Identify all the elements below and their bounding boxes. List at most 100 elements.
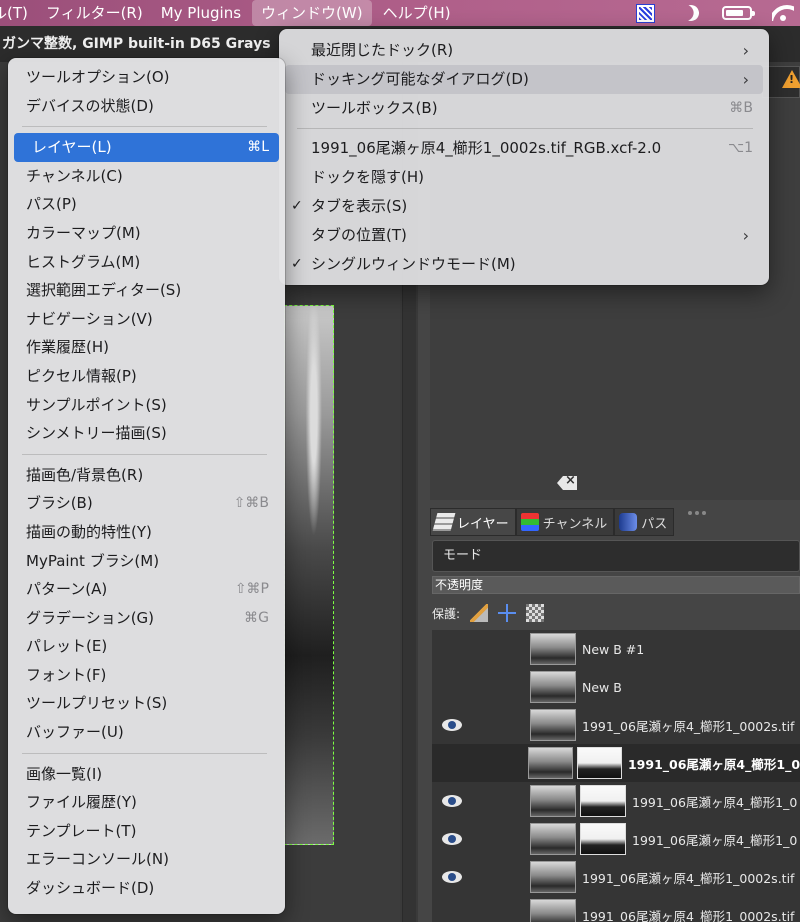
layer-mask-thumbnail[interactable] [580,823,626,855]
layer-row[interactable]: 1991_06尾瀬ヶ原4_櫛形1_0 [432,820,800,858]
dialog-menu-item[interactable]: チャンネル(C) [8,162,285,191]
chevron-right-icon: › [742,226,749,245]
paths-icon [619,513,638,531]
canvas-image[interactable] [284,305,334,845]
layer-row[interactable]: New B #1 [432,630,800,668]
layer-row[interactable]: 1991_06尾瀬ヶ原4_櫛形1_0002s.tif [432,858,800,896]
visibility-toggle[interactable] [432,630,472,668]
visibility-toggle[interactable] [432,668,472,706]
layers-list: New B #1 New B 1991_06尾瀬ヶ原4_櫛形1_0002s.tif 1… [432,630,800,922]
menubar-item-tools[interactable]: ル(T) [0,0,37,26]
layer-mask-thumbnail[interactable] [580,785,626,817]
dialog-menu-item[interactable]: エラーコンソール(N) [8,845,285,874]
menu-item-label: パス(P) [26,195,77,214]
window-menu-item[interactable]: ✓ シングルウィンドウモード(M) [279,250,769,279]
layer-row[interactable]: 1991_06尾瀬ヶ原4_櫛形1_0 [432,744,800,782]
menu-item-label: ヒストグラム(M) [26,252,141,271]
menubar-item-filters[interactable]: フィルター(R) [37,0,152,26]
dialog-menu-item[interactable]: ダッシュボード(D) [8,874,285,903]
dialog-menu-item[interactable]: 画像一覧(I) [8,760,285,789]
visibility-toggle[interactable] [432,896,472,922]
layer-name: New B [582,679,622,695]
menubar-item-window[interactable]: ウィンドウ(W) [252,0,372,26]
focus-moon-icon[interactable] [674,0,708,26]
visibility-toggle[interactable] [432,782,472,820]
dialog-menu-item[interactable]: ファイル履歴(Y) [8,788,285,817]
visibility-toggle[interactable] [432,744,471,782]
dialog-menu-item[interactable]: ナビゲーション(V) [8,305,285,334]
visibility-toggle[interactable] [432,858,472,896]
dialog-menu-item[interactable]: カラーマップ(M) [8,219,285,248]
dialog-menu-item[interactable]: 描画色/背景色(R) [8,461,285,490]
menu-item-shortcut: ⇧⌘B [233,495,269,512]
dialog-menu-item[interactable]: ピクセル情報(P) [8,362,285,391]
dialog-menu-item[interactable]: デバイスの状態(D) [8,92,285,121]
layer-thumbnail [530,899,576,922]
lock-alpha-icon[interactable] [526,604,545,622]
layer-row[interactable]: 1991_06尾瀬ヶ原4_櫛形1_0002s.tif [432,706,800,744]
battery-icon[interactable] [720,0,755,26]
menubar-item-my-plugins[interactable]: My Plugins [152,0,250,26]
menu-item-label: デバイスの状態(D) [26,96,154,115]
dialog-menu-item[interactable]: 描画の動的特性(Y) [8,518,285,547]
menu-item-label: パレット(E) [26,637,108,656]
warning-icon[interactable]: ! [782,70,800,88]
lock-label: 保護: [432,606,461,621]
menu-item-label: カラーマップ(M) [26,223,141,242]
wifi-icon[interactable] [766,0,800,26]
layer-row[interactable]: 1991_06尾瀬ヶ原4_櫛形1_0002s.tif [432,896,800,922]
dialog-menu-item[interactable]: グラデーション(G) ⌘G [8,604,285,633]
mode-select[interactable]: モード [432,540,800,572]
dialog-menu-item[interactable]: パス(P) [8,190,285,219]
tab-paths[interactable]: パス [614,508,675,536]
dialog-menu-item[interactable]: シンメトリー描画(S) [8,419,285,448]
dialog-menu-item[interactable]: フォント(F) [8,661,285,690]
dialog-menu-item[interactable]: MyPaint ブラシ(M) [8,547,285,576]
menu-item-label: ダッシュボード(D) [26,879,155,898]
dialog-menu-item[interactable]: 作業履歴(H) [8,333,285,362]
layer-name: 1991_06尾瀬ヶ原4_櫛形1_0 [632,832,798,848]
input-method-icon[interactable] [628,0,662,26]
dialog-menu-item[interactable]: ツールプリセット(S) [8,689,285,718]
lock-pixels-icon[interactable] [470,604,489,622]
dialog-menu-item[interactable]: ブラシ(B) ⇧⌘B [8,489,285,518]
lock-position-icon[interactable] [498,604,517,622]
window-menu-item[interactable]: ✓ タブを表示(S) [279,192,769,221]
dialog-menu-item[interactable]: ツールオプション(O) [8,63,285,92]
visibility-toggle[interactable] [432,820,472,858]
layer-name: 1991_06尾瀬ヶ原4_櫛形1_0002s.tif [582,718,795,734]
menu-item-label: タブの位置(T) [311,226,407,244]
layer-row[interactable]: New B [432,668,800,706]
window-menu-item[interactable]: ドックを隠す(H) [279,163,769,192]
window-menu-item[interactable]: タブの位置(T) › [279,221,769,250]
dialog-menu-item[interactable]: サンプルポイント(S) [8,391,285,420]
menubar-item-help[interactable]: ヘルプ(H) [374,0,460,26]
layer-row[interactable]: 1991_06尾瀬ヶ原4_櫛形1_0 [432,782,800,820]
tab-layers[interactable]: レイヤー [430,508,516,536]
dialog-menu-item[interactable]: バッファー(U) [8,718,285,747]
dialog-menu-item[interactable]: 選択範囲エディター(S) [8,276,285,305]
dock-handle-icon[interactable] [688,500,718,515]
checkmark-icon: ✓ [291,198,303,214]
opacity-slider[interactable]: 不透明度 [432,576,800,594]
menu-bar: ル(T) フィルター(R) My Plugins ウィンドウ(W) ヘルプ(H) [0,0,800,26]
tab-channels[interactable]: チャンネル [515,508,615,536]
menu-item-label: ピクセル情報(P) [26,366,137,385]
menu-item-label: ナビゲーション(V) [26,309,153,328]
dialog-menu-item[interactable]: レイヤー(L) ⌘L [14,133,279,162]
dockable-dialogs-submenu: ツールオプション(O) デバイスの状態(D) レイヤー(L) ⌘L チャンネル(C) パス… [8,58,285,914]
window-menu-item[interactable]: ツールボックス(B) ⌘B [279,94,769,123]
dialog-menu-item[interactable]: パレット(E) [8,632,285,661]
window-menu-item[interactable]: 1991_06尾瀬ヶ原4_櫛形1_0002s.tif_RGB.xcf-2.0 ⌥1 [279,134,769,163]
window-menu-item[interactable]: ドッキング可能なダイアログ(D) › [285,65,763,94]
chevron-right-icon: › [742,70,749,89]
dialog-menu-item[interactable]: テンプレート(T) [8,817,285,846]
layer-name: 1991_06尾瀬ヶ原4_櫛形1_0002s.tif [582,908,795,922]
menu-item-label: 最近閉じたドック(R) [311,41,454,59]
dialog-menu-item[interactable]: パターン(A) ⇧⌘P [8,575,285,604]
visibility-toggle[interactable] [432,706,472,744]
dialog-menu-item[interactable]: ヒストグラム(M) [8,248,285,277]
window-menu-item[interactable]: 最近閉じたドック(R) › [279,36,769,65]
menu-item-label: チャンネル(C) [26,166,123,185]
layer-mask-thumbnail[interactable] [576,747,622,779]
